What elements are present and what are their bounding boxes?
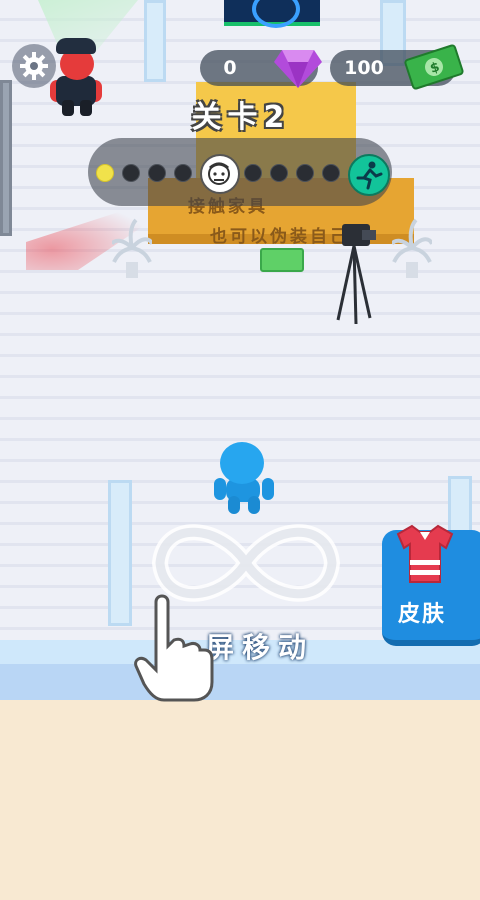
potted-plant bbox=[392, 218, 432, 278]
progress-dot bbox=[122, 164, 140, 182]
progress-dot bbox=[296, 164, 314, 182]
cash-count: 100 bbox=[344, 57, 384, 79]
progress-dot bbox=[174, 164, 192, 182]
gem-count: 0 bbox=[223, 57, 237, 79]
cash-counter: 100 $ bbox=[330, 44, 464, 90]
guard-cap bbox=[56, 38, 96, 54]
cash-stack bbox=[260, 248, 304, 272]
pointing-hand-icon bbox=[134, 594, 214, 702]
progress-dot bbox=[270, 164, 288, 182]
progress-dot bbox=[96, 164, 114, 182]
progress-dot bbox=[244, 164, 262, 182]
potted-plant bbox=[112, 218, 152, 278]
money-bill-icon: $ bbox=[404, 44, 464, 90]
diamond-icon bbox=[274, 50, 322, 88]
progress-dot bbox=[148, 164, 166, 182]
target-face-icon bbox=[200, 154, 240, 194]
runner-exit-icon bbox=[348, 154, 390, 196]
level-progress-bar bbox=[88, 138, 392, 206]
gem-counter: 0 bbox=[200, 50, 322, 88]
exit-portal bbox=[224, 0, 320, 28]
wall-pillar bbox=[108, 480, 132, 626]
gear-icon bbox=[20, 52, 48, 80]
progress-dot bbox=[322, 164, 340, 182]
shirt-icon bbox=[396, 524, 454, 583]
level-title: 关卡2 bbox=[191, 100, 291, 135]
wall-hint-text-2: 也可以伪装自己 bbox=[210, 227, 350, 247]
tutorial-hint-text: 屏移动 bbox=[206, 631, 315, 664]
wall-pillar bbox=[144, 0, 166, 82]
skin-button[interactable]: 皮肤 bbox=[382, 524, 480, 646]
camera-tripod bbox=[336, 224, 376, 325]
wall-edge bbox=[0, 80, 12, 236]
skin-button-label: 皮肤 bbox=[397, 602, 446, 627]
settings-button[interactable] bbox=[12, 44, 56, 88]
